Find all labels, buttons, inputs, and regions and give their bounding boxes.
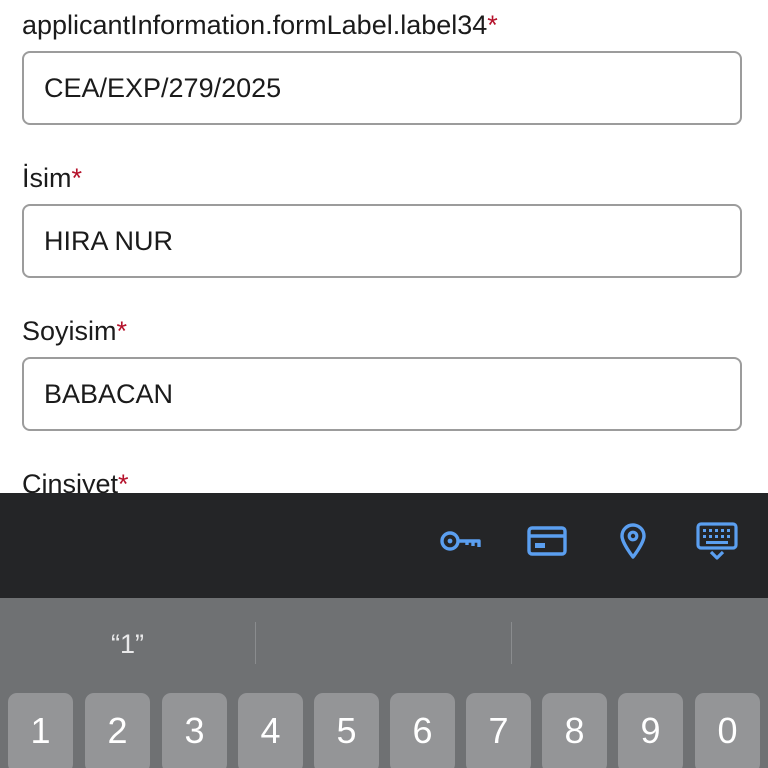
key-4[interactable]: 4: [238, 693, 303, 768]
screen: applicantInformation.formLabel.label34* …: [0, 0, 768, 768]
autofill-accessory-bar: [0, 493, 768, 598]
suggestion-item[interactable]: [512, 598, 767, 690]
gender-label: Cinsiyet*: [22, 468, 129, 493]
applicant-form: applicantInformation.formLabel.label34* …: [0, 0, 768, 493]
key-0[interactable]: 0: [695, 693, 760, 768]
location-pin-icon[interactable]: [609, 517, 657, 565]
required-asterisk: *: [71, 163, 83, 193]
key-7[interactable]: 7: [466, 693, 531, 768]
key-8[interactable]: 8: [542, 693, 607, 768]
first-name-input[interactable]: [22, 204, 742, 278]
application-number-label: applicantInformation.formLabel.label34*: [22, 9, 498, 41]
key-3[interactable]: 3: [162, 693, 227, 768]
required-asterisk: *: [487, 10, 498, 40]
key-5[interactable]: 5: [314, 693, 379, 768]
required-asterisk: *: [118, 469, 129, 493]
keyboard-icon[interactable]: [693, 517, 741, 565]
key-6[interactable]: 6: [390, 693, 455, 768]
label-text: Cinsiyet: [22, 469, 119, 493]
label-text: applicantInformation.formLabel.label34: [22, 10, 488, 40]
credit-card-icon[interactable]: [523, 517, 571, 565]
suggestion-item[interactable]: “1”: [0, 598, 255, 690]
label-text: İsim: [22, 163, 72, 193]
key-9[interactable]: 9: [618, 693, 683, 768]
suggestion-item[interactable]: [256, 598, 511, 690]
required-asterisk: *: [116, 316, 128, 346]
first-name-label: İsim*: [22, 162, 82, 194]
application-number-input[interactable]: [22, 51, 742, 125]
last-name-input[interactable]: [22, 357, 742, 431]
key-2[interactable]: 2: [85, 693, 150, 768]
label-text: Soyisim: [22, 316, 117, 346]
key-1[interactable]: 1: [8, 693, 73, 768]
last-name-label: Soyisim*: [22, 315, 127, 347]
key-icon[interactable]: [437, 517, 485, 565]
numeric-keyboard: “1” 1 2 3 4 5 6 7 8 9 0: [0, 598, 768, 768]
suggestion-bar: “1”: [0, 598, 768, 690]
